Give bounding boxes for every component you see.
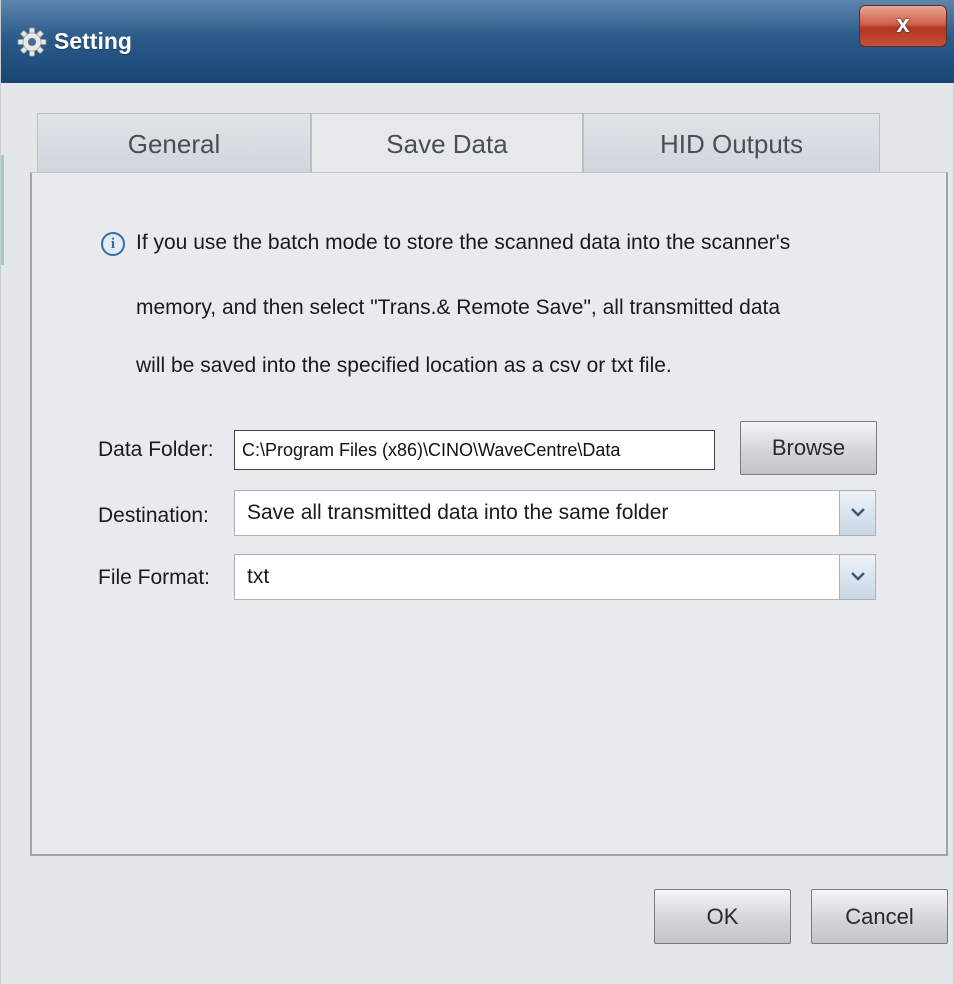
title-bar[interactable]: Setting x (1, 0, 954, 83)
file-format-select[interactable]: txt (234, 554, 876, 600)
cancel-button[interactable]: Cancel (811, 889, 948, 944)
destination-select[interactable]: Save all transmitted data into the same … (234, 490, 876, 536)
data-folder-label: Data Folder: (98, 438, 214, 461)
close-button[interactable]: x (859, 5, 947, 47)
file-format-label: File Format: (98, 566, 211, 589)
tab-general[interactable]: General (37, 113, 311, 173)
close-icon: x (896, 11, 910, 38)
info-icon: i (101, 232, 125, 256)
chevron-down-icon (851, 508, 865, 517)
tab-hid-outputs[interactable]: HID Outputs (583, 113, 880, 173)
background-window-edge (1, 155, 4, 265)
tab-save-data[interactable]: Save Data (311, 113, 583, 173)
info-text-line-3: will be saved into the specified locatio… (136, 354, 672, 377)
data-folder-input[interactable]: C:\Program Files (x86)\CINO\WaveCentre\D… (234, 430, 715, 470)
ok-button[interactable]: OK (654, 889, 791, 944)
gear-icon (17, 27, 47, 57)
browse-button[interactable]: Browse (740, 421, 877, 475)
window-title: Setting (54, 28, 132, 54)
chevron-down-icon (851, 572, 865, 581)
destination-value: Save all transmitted data into the same … (247, 501, 669, 524)
destination-dropdown-button[interactable] (839, 491, 875, 535)
info-text-line-1: If you use the batch mode to store the s… (136, 231, 791, 254)
file-format-value: txt (247, 565, 270, 588)
file-format-dropdown-button[interactable] (839, 555, 875, 599)
settings-dialog: Setting x General Save Data HID Outputs … (0, 0, 954, 984)
info-text-line-2: memory, and then select "Trans.& Remote … (136, 296, 781, 319)
destination-label: Destination: (98, 504, 209, 527)
